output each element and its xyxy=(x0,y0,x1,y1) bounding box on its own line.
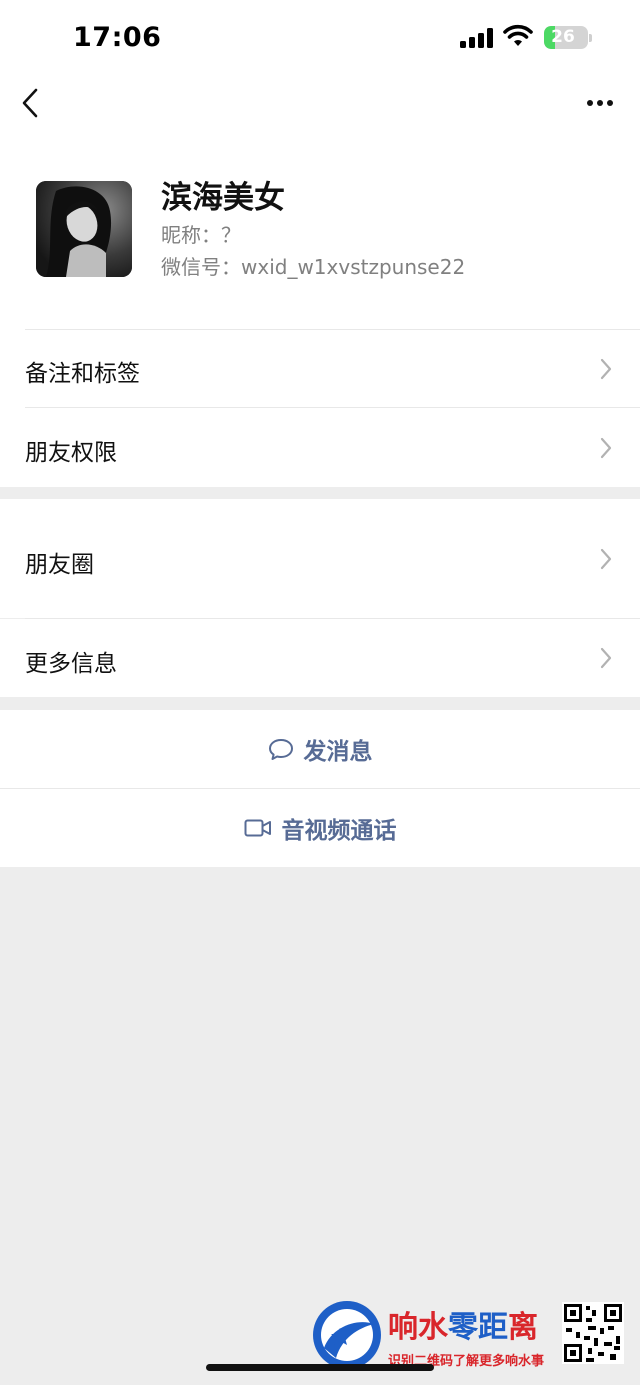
send-message-label: 发消息 xyxy=(303,739,373,765)
back-chevron-icon xyxy=(22,88,38,118)
send-message-button[interactable]: 发消息 xyxy=(0,710,640,788)
more-options-button[interactable] xyxy=(580,86,620,120)
nickname-label: 昵称： xyxy=(161,223,221,247)
row-friend-permissions[interactable]: 朋友权限 xyxy=(0,408,640,487)
video-camera-icon xyxy=(244,819,271,837)
chevron-right-icon xyxy=(600,548,612,570)
more-dots-icon xyxy=(587,100,613,106)
wechat-id-row: 微信号：wxid_w1xvstzpunse22 xyxy=(161,251,465,280)
avatar-photo xyxy=(36,181,132,277)
wechat-id-value: wxid_w1xvstzpunse22 xyxy=(241,255,466,279)
row-remarks-and-tags[interactable]: 备注和标签 xyxy=(0,330,640,407)
back-button[interactable] xyxy=(16,84,50,122)
video-call-label: 音视频通话 xyxy=(281,818,397,844)
nickname-value: ？ xyxy=(221,223,241,247)
signal-icon xyxy=(460,28,493,48)
video-call-button[interactable]: 音视频通话 xyxy=(0,789,640,867)
wifi-icon xyxy=(503,24,533,46)
chevron-right-icon xyxy=(600,647,612,669)
qr-code-icon xyxy=(562,1302,624,1364)
row-label: 朋友圈 xyxy=(25,552,94,578)
contact-name: 滨海美女 xyxy=(161,180,285,216)
chevron-right-icon xyxy=(600,358,612,380)
nickname-row: 昵称：？ xyxy=(161,219,241,248)
battery-percent: 26 xyxy=(551,27,575,47)
chat-bubble-icon xyxy=(268,739,293,760)
home-indicator xyxy=(206,1364,434,1371)
row-moments[interactable]: 朋友圈 xyxy=(0,499,640,618)
avatar[interactable] xyxy=(36,181,132,277)
watermark-title: 响水零距离 xyxy=(388,1310,538,1345)
row-more-info[interactable]: 更多信息 xyxy=(0,619,640,697)
wechat-id-label: 微信号： xyxy=(161,255,241,279)
watermark: 响水零距离 识别二维码了解更多响水事 xyxy=(310,1298,630,1372)
battery-icon: 26 xyxy=(544,26,592,49)
row-label: 更多信息 xyxy=(25,651,117,677)
row-label: 备注和标签 xyxy=(25,361,140,387)
chevron-right-icon xyxy=(600,437,612,459)
status-time: 17:06 xyxy=(73,22,162,53)
row-label: 朋友权限 xyxy=(25,440,117,466)
watermark-logo xyxy=(313,1301,381,1369)
